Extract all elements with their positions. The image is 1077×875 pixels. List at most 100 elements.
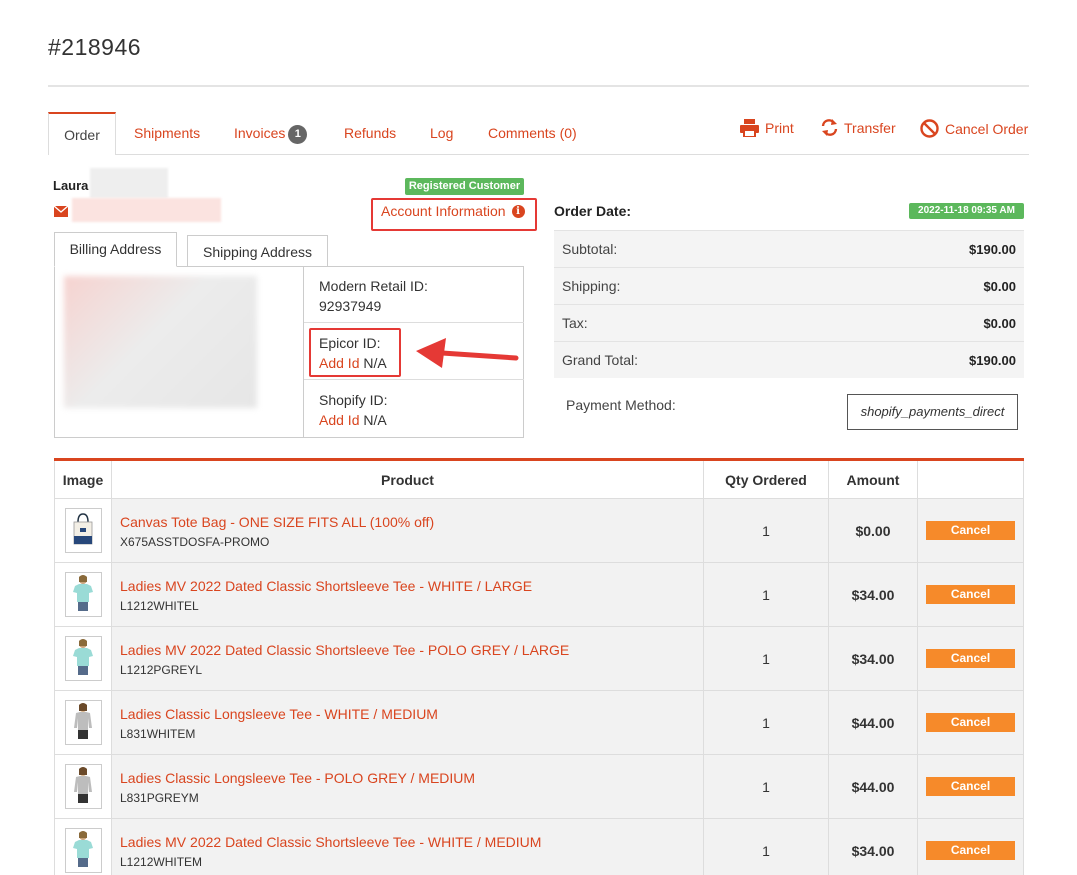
table-header-row: Image Product Qty Ordered Amount [54,459,1024,499]
line-amount: $44.00 [828,754,918,819]
tab-shipments[interactable]: Shipments [134,112,200,155]
product-thumbnail[interactable] [64,828,102,873]
actions-cell: Cancel [917,562,1024,627]
column-header-image: Image [54,459,112,499]
table-row: Ladies Classic Longsleeve Tee - WHITE / … [54,690,1024,755]
product-sku: X675ASSTDOSFA-PROMO [120,534,270,549]
product-cell: Ladies MV 2022 Dated Classic Shortsleeve… [111,626,704,691]
product-sku: L1212WHITEM [120,854,203,869]
product-name-link[interactable]: Ladies MV 2022 Dated Classic Shortsleeve… [120,639,703,661]
registered-customer-badge: Registered Customer [405,178,524,195]
redacted-address [64,276,257,408]
tee-shirt-icon [70,574,96,615]
product-cell: Ladies MV 2022 Dated Classic Shortsleeve… [111,818,704,875]
longsleeve-tee-icon [70,766,96,807]
product-name-link[interactable]: Ladies Classic Longsleeve Tee - POLO GRE… [120,767,703,789]
cancel-item-button[interactable]: Cancel [926,649,1015,668]
product-thumbnail[interactable] [64,508,102,553]
product-sku: L831WHITEM [120,726,196,741]
actions-cell: Cancel [917,498,1024,563]
actions-cell: Cancel [917,818,1024,875]
product-name-link[interactable]: Ladies Classic Longsleeve Tee - WHITE / … [120,703,703,725]
cancel-item-button[interactable]: Cancel [926,521,1015,540]
header-divider [48,85,1029,87]
shipping-tab-label: Shipping Address [203,244,312,260]
tab-refunds[interactable]: Refunds [344,112,396,155]
product-thumbnail[interactable] [64,572,102,617]
subtotal-label: Subtotal: [562,241,618,257]
product-sku: L1212PGREYL [120,662,203,677]
order-items-table: Image Product Qty Ordered Amount Canvas … [54,458,1024,875]
product-name-link[interactable]: Ladies MV 2022 Dated Classic Shortsleeve… [120,575,703,597]
payment-method-value: shopify_payments_direct [847,394,1018,430]
table-row: Ladies MV 2022 Dated Classic Shortsleeve… [54,626,1024,691]
column-header-actions [917,459,1024,499]
product-sku: L831PGREYM [120,790,199,805]
modern-retail-id-label: Modern Retail ID: [319,278,428,294]
tab-label: Comments (0) [488,125,577,141]
modern-retail-id-value: 92937949 [319,298,382,314]
qty-ordered: 1 [703,498,829,563]
payment-method-label: Payment Method: [566,397,676,413]
order-number: #218946 [48,34,142,60]
line-amount: $34.00 [828,626,918,691]
shopify-id-label: Shopify ID: [319,392,388,408]
order-date-badge: 2022-11-18 09:35 AM [909,203,1024,219]
tab-shipping-address[interactable]: Shipping Address [187,235,328,267]
cancel-item-button[interactable]: Cancel [926,713,1015,732]
product-image-cell [54,754,112,819]
column-header-product: Product [111,459,704,499]
transfer-label: Transfer [844,119,896,136]
tee-shirt-icon [70,638,96,679]
actions-cell: Cancel [917,626,1024,691]
product-image-cell [54,690,112,755]
product-thumbnail[interactable] [64,764,102,809]
arrow-annotation-icon [412,334,522,377]
product-image-cell [54,498,112,563]
qty-ordered: 1 [703,690,829,755]
table-row: Ladies MV 2022 Dated Classic Shortsleeve… [54,818,1024,875]
customer-name: Laura [53,178,89,193]
account-information-link[interactable]: Account Information i [381,203,525,219]
column-header-qty: Qty Ordered [703,459,829,499]
table-row: Ladies Classic Longsleeve Tee - POLO GRE… [54,754,1024,819]
tab-log[interactable]: Log [430,112,453,155]
tab-billing-address[interactable]: Billing Address [54,232,177,267]
actions-cell: Cancel [917,754,1024,819]
cancel-order-button[interactable]: Cancel Order [920,119,1028,138]
cancel-item-button[interactable]: Cancel [926,841,1015,860]
tax-label: Tax: [562,315,588,331]
print-button[interactable]: Print [740,119,794,137]
product-cell: Canvas Tote Bag - ONE SIZE FITS ALL (100… [111,498,704,563]
billing-tab-label: Billing Address [69,241,162,257]
tax-value: $0.00 [983,315,1016,331]
tab-order[interactable]: Order [48,112,116,155]
product-thumbnail[interactable] [64,636,102,681]
transfer-button[interactable]: Transfer [821,119,896,136]
shipping-row: Shipping: $0.00 [554,267,1024,304]
tee-shirt-icon [70,830,96,871]
invoice-count-badge: 1 [288,124,308,144]
tab-label: Refunds [344,125,397,141]
cancel-order-label: Cancel Order [945,120,1029,137]
info-icon: i [511,204,525,218]
product-thumbnail[interactable] [64,700,102,745]
cancel-item-button[interactable]: Cancel [926,585,1015,604]
longsleeve-tee-icon [70,702,96,743]
shipping-value: $0.00 [983,278,1016,294]
grand-total-row: Grand Total: $190.00 [554,341,1024,378]
cancel-item-button[interactable]: Cancel [926,777,1015,796]
qty-ordered: 1 [703,818,829,875]
product-name-link[interactable]: Ladies MV 2022 Dated Classic Shortsleeve… [120,831,703,853]
tab-comments[interactable]: Comments (0) [488,112,577,155]
tax-row: Tax: $0.00 [554,304,1024,341]
product-name-link[interactable]: Canvas Tote Bag - ONE SIZE FITS ALL (100… [120,511,703,533]
line-amount: $34.00 [828,818,918,875]
ban-icon [920,119,939,138]
subtotal-value: $190.00 [969,241,1016,257]
envelope-icon[interactable] [53,204,69,220]
tab-invoices[interactable]: Invoices 1 [234,112,308,155]
line-amount: $34.00 [828,562,918,627]
shopify-add-id-link[interactable]: Add Id [319,412,359,428]
grand-total-value: $190.00 [969,352,1016,368]
